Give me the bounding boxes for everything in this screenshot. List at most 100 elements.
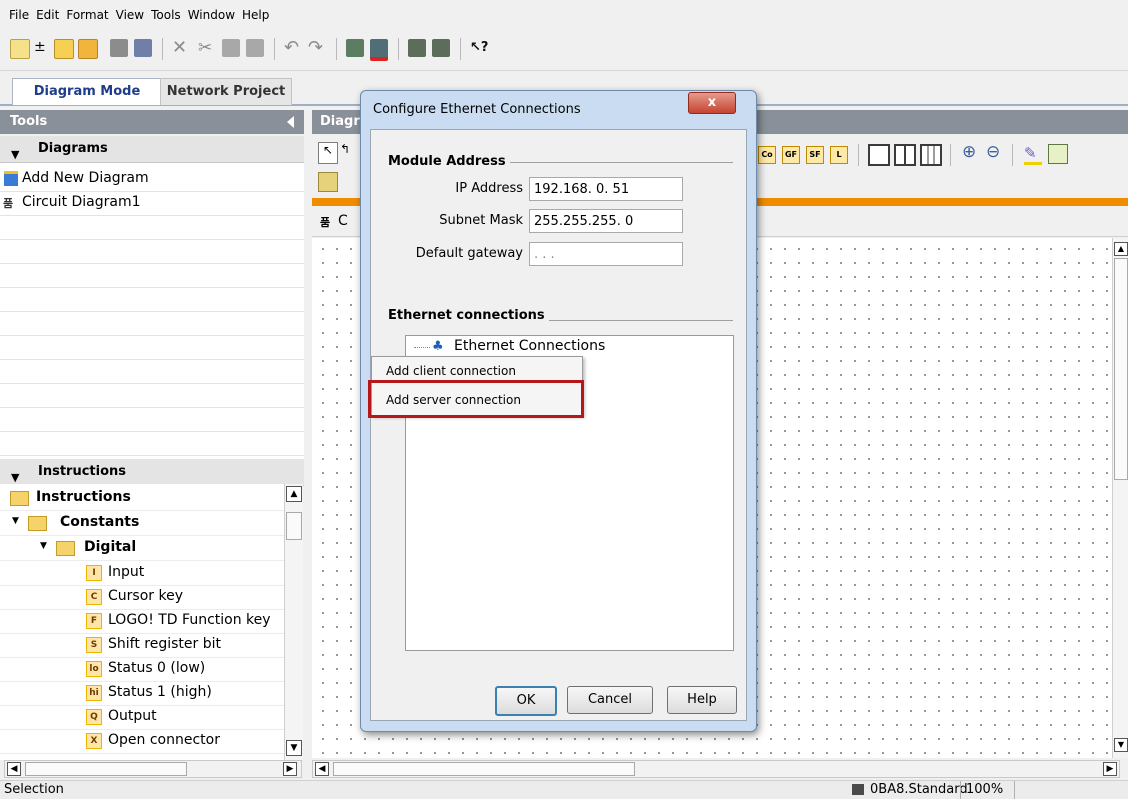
tree-item-status-low[interactable]: lo Status 0 (low): [0, 657, 284, 682]
menu-view[interactable]: View: [116, 0, 144, 30]
status-separator: [1014, 781, 1015, 799]
zoom-in-icon[interactable]: ⊕: [962, 142, 976, 162]
device-type: 0BA8.Standard: [870, 782, 968, 797]
menu-window[interactable]: Window: [188, 0, 235, 30]
scroll-up-icon[interactable]: ▲: [1114, 242, 1128, 256]
transfer-logo-to-pc-icon[interactable]: [370, 39, 388, 61]
menu-help[interactable]: Help: [242, 0, 269, 30]
tree-item-output[interactable]: Q Output: [0, 705, 284, 730]
tree-item-open-connector[interactable]: X Open connector: [0, 729, 284, 754]
simulation-icon[interactable]: [408, 39, 426, 57]
list-item: [0, 311, 304, 336]
tree-item-digital[interactable]: ▼ Digital: [0, 536, 284, 561]
cut-icon[interactable]: ✂: [198, 39, 216, 57]
subnet-mask-label: Subnet Mask: [439, 213, 523, 228]
close-button[interactable]: x: [688, 92, 736, 114]
new-dropdown-icon[interactable]: ±: [34, 39, 46, 57]
connect-tool-icon[interactable]: ↰: [340, 142, 352, 162]
transfer-pc-to-logo-icon[interactable]: [346, 39, 364, 57]
circuit-diagram-item[interactable]: 품 Circuit Diagram1: [0, 191, 304, 216]
paste-icon[interactable]: [246, 39, 264, 57]
expand-arrow-icon[interactable]: ▼: [40, 541, 47, 551]
folder-icon: [28, 516, 47, 531]
scroll-right-icon[interactable]: ▶: [1103, 762, 1117, 776]
block-tool-icon[interactable]: [318, 172, 338, 192]
canvas-horizontal-scrollbar[interactable]: ◀ ▶: [312, 760, 1120, 778]
split-view-icon[interactable]: [894, 144, 916, 166]
toolbar-separator: [950, 144, 951, 166]
tree-item-shift-register-bit[interactable]: S Shift register bit: [0, 633, 284, 658]
scroll-down-icon[interactable]: ▼: [1114, 738, 1128, 752]
subnet-mask-field[interactable]: 255.255.255. 0: [529, 209, 683, 233]
special-functions-toolbar-button[interactable]: SF: [806, 146, 824, 164]
tree-connector-line: [414, 347, 430, 348]
list-item: [0, 263, 304, 288]
delete-icon[interactable]: ✕: [172, 39, 190, 57]
constants-toolbar-button[interactable]: Co: [758, 146, 776, 164]
add-new-diagram-item[interactable]: Add New Diagram: [0, 167, 304, 192]
udf-toolbar-button[interactable]: L: [830, 146, 848, 164]
highlight-pen-icon[interactable]: ✎: [1024, 144, 1042, 165]
scroll-thumb[interactable]: [1114, 258, 1128, 480]
print-icon[interactable]: [134, 39, 152, 57]
instructions-section-label: Instructions: [38, 464, 127, 479]
canvas-vertical-scrollbar[interactable]: ▲ ▼: [1112, 238, 1128, 758]
menu-file[interactable]: File: [9, 0, 29, 30]
status-low-badge-icon: lo: [86, 661, 102, 677]
tab-diagram-mode[interactable]: Diagram Mode: [12, 78, 162, 105]
scroll-left-icon[interactable]: ◀: [315, 762, 329, 776]
tab-network-project[interactable]: Network Project: [160, 78, 292, 105]
zoom-out-icon[interactable]: ⊖: [986, 142, 1000, 162]
tree-item-label: Status 1 (high): [108, 684, 212, 700]
instructions-vertical-scrollbar[interactable]: ▲ ▼: [284, 484, 303, 760]
tree-item-input[interactable]: I Input: [0, 561, 284, 586]
tree-item-cursor-key[interactable]: C Cursor key: [0, 585, 284, 610]
diagrams-section-header[interactable]: ▼ Diagrams: [0, 136, 304, 163]
tools-horizontal-scrollbar[interactable]: ◀ ▶: [4, 760, 302, 778]
cancel-button[interactable]: Cancel: [567, 686, 653, 714]
help-button[interactable]: Help: [667, 686, 737, 714]
list-item: [0, 407, 304, 432]
grid-numbering-icon[interactable]: [1048, 144, 1068, 164]
tree-item-label: Shift register bit: [108, 636, 221, 652]
tree-item-label: Constants: [60, 514, 140, 530]
scroll-right-icon[interactable]: ▶: [283, 762, 297, 776]
scroll-down-icon[interactable]: ▼: [286, 740, 302, 756]
scroll-thumb[interactable]: [286, 512, 302, 540]
input-badge-icon: I: [86, 565, 102, 581]
tree-item-constants[interactable]: ▼ Constants: [0, 511, 284, 536]
scroll-thumb[interactable]: [25, 762, 187, 776]
tree-item-instructions[interactable]: Instructions: [0, 486, 284, 511]
scroll-up-icon[interactable]: ▲: [286, 486, 302, 502]
ok-button[interactable]: OK: [495, 686, 557, 716]
triple-view-icon[interactable]: [920, 144, 942, 166]
menu-edit[interactable]: Edit: [36, 0, 59, 30]
basic-functions-toolbar-button[interactable]: GF: [782, 146, 800, 164]
tree-item-td-function-key[interactable]: F LOGO! TD Function key: [0, 609, 284, 634]
menu-tools[interactable]: Tools: [151, 0, 181, 30]
status-text: Selection: [4, 782, 64, 797]
configure-ethernet-dialog: Configure Ethernet Connections x Module …: [360, 90, 757, 732]
menu-format[interactable]: Format: [66, 0, 108, 30]
selection-tool-icon[interactable]: ↖: [318, 142, 338, 164]
list-item: [0, 431, 304, 456]
context-help-icon[interactable]: ↖?: [470, 39, 488, 57]
collapse-left-icon[interactable]: [287, 116, 294, 128]
online-test-icon[interactable]: [432, 39, 450, 57]
undo-icon[interactable]: ↶: [284, 39, 302, 57]
ip-address-field[interactable]: 192.168. 0. 51: [529, 177, 683, 201]
single-view-icon[interactable]: [868, 144, 890, 166]
expand-arrow-icon[interactable]: ▼: [12, 516, 19, 526]
save-icon[interactable]: [110, 39, 128, 57]
ethernet-connections-root[interactable]: Ethernet Connections: [454, 338, 605, 354]
scroll-left-icon[interactable]: ◀: [7, 762, 21, 776]
redo-icon[interactable]: ↷: [308, 39, 326, 57]
open-folder-icon[interactable]: [54, 39, 74, 59]
default-gateway-field[interactable]: . . .: [529, 242, 683, 266]
instructions-section-header[interactable]: ▼ Instructions: [0, 459, 304, 486]
new-file-icon[interactable]: [10, 39, 30, 59]
copy-icon[interactable]: [222, 39, 240, 57]
scroll-thumb[interactable]: [333, 762, 635, 776]
tree-item-status-high[interactable]: hi Status 1 (high): [0, 681, 284, 706]
open-recent-icon[interactable]: [78, 39, 98, 59]
